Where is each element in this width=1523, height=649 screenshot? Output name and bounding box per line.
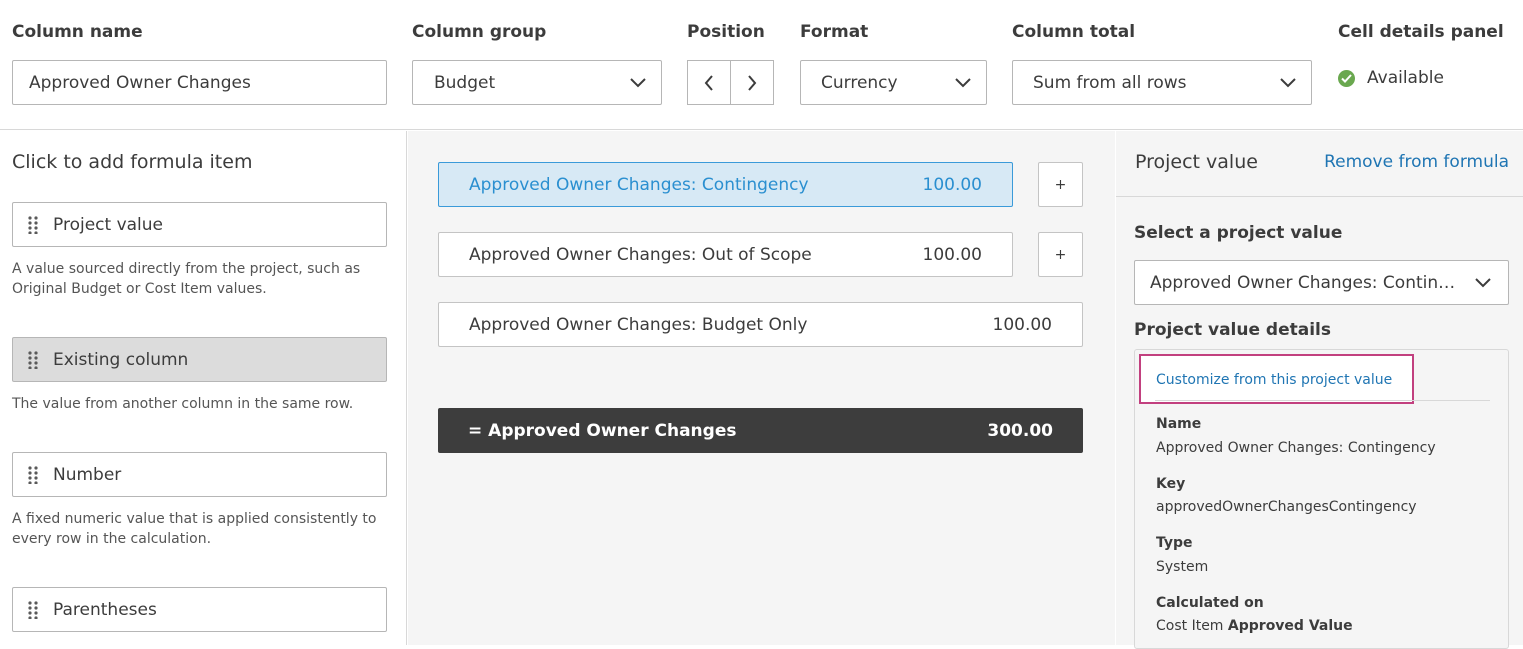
formula-items-panel: Click to add formula item Project value … — [0, 131, 407, 645]
project-value-details: Customize from this project value Name A… — [1134, 349, 1509, 649]
formula-row-out-of-scope[interactable]: Approved Owner Changes: Out of Scope 100… — [438, 232, 1013, 277]
select-project-value-label: Select a project value — [1134, 223, 1343, 243]
column-group-select[interactable]: Budget — [412, 60, 662, 105]
formula-canvas: Approved Owner Changes: Contingency 100.… — [408, 131, 1115, 645]
project-value-select[interactable]: Approved Owner Changes: Conting... — [1134, 260, 1509, 305]
move-left-button[interactable] — [687, 60, 731, 105]
formula-item-label: Existing column — [53, 349, 189, 370]
formula-item-label: Parentheses — [53, 599, 157, 620]
detail-calculated-bold: Approved Value — [1227, 618, 1353, 634]
formula-item-description: A value sourced directly from the projec… — [12, 261, 361, 297]
add-operator-button[interactable]: + — [1038, 232, 1083, 277]
detail-name-value: Approved Owner Changes: Contingency — [1156, 440, 1436, 456]
drag-handle-icon[interactable] — [13, 350, 53, 369]
column-name-value: Approved Owner Changes — [29, 72, 251, 93]
position-label: Position — [687, 22, 765, 42]
column-group-label: Column group — [412, 22, 547, 42]
detail-key-value: approvedOwnerChangesContingency — [1156, 499, 1417, 515]
detail-name-key: Name — [1156, 416, 1202, 432]
chevron-down-icon — [615, 77, 661, 88]
formula-row-label: Approved Owner Changes: Contingency — [469, 174, 809, 195]
column-total-label: Column total — [1012, 22, 1136, 42]
formula-item-label: Project value — [53, 214, 164, 235]
formula-row-budget-only[interactable]: Approved Owner Changes: Budget Only 100.… — [438, 302, 1083, 347]
formula-items-title: Click to add formula item — [12, 151, 253, 173]
customize-highlight: Customize from this project value — [1139, 354, 1414, 404]
project-value-selected: Approved Owner Changes: Conting... — [1150, 272, 1458, 293]
column-total-value: Sum from all rows — [1033, 72, 1187, 93]
project-value-details-label: Project value details — [1134, 320, 1332, 340]
drag-handle-icon[interactable] — [13, 215, 53, 234]
column-name-label: Column name — [12, 22, 143, 42]
add-operator-button[interactable]: + — [1038, 162, 1083, 207]
column-name-input[interactable]: Approved Owner Changes — [12, 60, 387, 105]
detail-calculated-key: Calculated on — [1156, 595, 1264, 611]
formula-total-value: 300.00 — [987, 420, 1053, 441]
formula-row-value: 100.00 — [922, 244, 982, 265]
formula-item-existing-column[interactable]: Existing column — [12, 337, 387, 382]
formula-item-description: A fixed numeric value that is applied co… — [12, 511, 377, 547]
cell-details-panel-label: Cell details panel — [1338, 22, 1504, 42]
formula-total-label: = Approved Owner Changes — [468, 420, 737, 441]
format-select[interactable]: Currency — [800, 60, 987, 105]
panel-title: Project value — [1135, 151, 1258, 173]
detail-key-key: Key — [1156, 476, 1186, 492]
check-circle-icon — [1338, 69, 1355, 87]
column-settings-bar: Column name Approved Owner Changes Colum… — [0, 0, 1523, 130]
remove-from-formula-link[interactable]: Remove from formula — [1324, 152, 1509, 172]
chevron-down-icon — [1265, 77, 1311, 88]
formula-item-parentheses[interactable]: Parentheses — [12, 587, 387, 632]
cell-details-status: Available — [1338, 68, 1444, 88]
chevron-right-icon — [748, 74, 757, 91]
detail-calculated-prefix: Cost Item — [1156, 618, 1224, 634]
formula-item-project-value[interactable]: Project value — [12, 202, 387, 247]
formula-row-value: 100.00 — [922, 174, 982, 195]
formula-total: = Approved Owner Changes 300.00 — [438, 408, 1083, 453]
chevron-down-icon — [940, 77, 986, 88]
detail-type-value: System — [1156, 559, 1209, 575]
formula-item-description: The value from another column in the sam… — [12, 396, 354, 412]
cell-details-status-text: Available — [1367, 68, 1444, 88]
formula-row-value: 100.00 — [992, 314, 1052, 335]
detail-calculated-value: Cost Item Approved Value — [1156, 618, 1353, 634]
customize-link[interactable]: Customize from this project value — [1156, 372, 1392, 388]
chevron-left-icon — [704, 74, 713, 91]
drag-handle-icon[interactable] — [13, 465, 53, 484]
column-total-select[interactable]: Sum from all rows — [1012, 60, 1312, 105]
format-value: Currency — [821, 72, 898, 93]
divider — [1155, 400, 1490, 401]
formula-item-number[interactable]: Number — [12, 452, 387, 497]
drag-handle-icon[interactable] — [13, 600, 53, 619]
detail-type-key: Type — [1156, 535, 1193, 551]
formula-row-contingency[interactable]: Approved Owner Changes: Contingency 100.… — [438, 162, 1013, 207]
move-right-button[interactable] — [730, 60, 774, 105]
format-label: Format — [800, 22, 869, 42]
formula-item-label: Number — [53, 464, 122, 485]
formula-row-label: Approved Owner Changes: Budget Only — [469, 314, 808, 335]
column-group-value: Budget — [434, 72, 496, 93]
panel-header: Project value Remove from formula — [1116, 131, 1523, 197]
formula-row-label: Approved Owner Changes: Out of Scope — [469, 244, 812, 265]
project-value-panel: Project value Remove from formula Select… — [1116, 131, 1523, 649]
chevron-down-icon — [1458, 277, 1508, 288]
